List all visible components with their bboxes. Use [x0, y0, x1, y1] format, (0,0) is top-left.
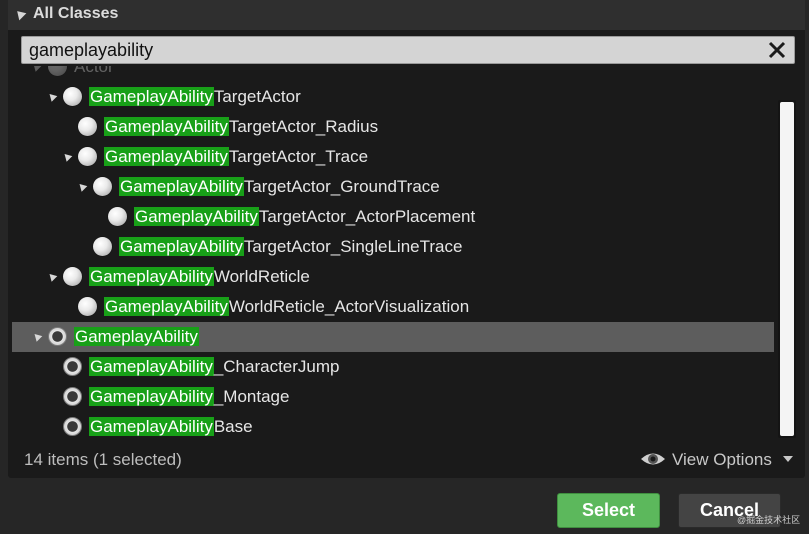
- class-node-icon: [78, 297, 97, 316]
- tree-row[interactable]: GameplayAbilityWorldReticle_ActorVisuali…: [12, 292, 774, 322]
- all-classes-panel: All Classes Actor GameplayAbilityTargetA…: [8, 0, 805, 478]
- tree-row-label: GameplayAbilityTargetActor_GroundTrace: [119, 177, 440, 196]
- tree-row[interactable]: GameplayAbilityTargetActor_Radius: [12, 112, 774, 142]
- class-node-icon: [93, 237, 112, 256]
- blueprint-class-icon: [63, 357, 82, 376]
- view-options-label: View Options: [672, 450, 772, 469]
- vertical-scrollbar[interactable]: [778, 100, 796, 438]
- close-icon[interactable]: [766, 39, 788, 61]
- class-node-icon: [48, 66, 67, 76]
- expand-arrow-icon[interactable]: [30, 66, 42, 72]
- class-tree[interactable]: Actor GameplayAbilityTargetActor Gamepla…: [8, 66, 774, 440]
- panel-header[interactable]: All Classes: [8, 0, 805, 30]
- blueprint-class-icon: [63, 387, 82, 406]
- tree-row[interactable]: GameplayAbilityTargetActor_ActorPlacemen…: [12, 202, 774, 232]
- class-node-icon: [78, 147, 97, 166]
- search-box[interactable]: [21, 36, 795, 64]
- class-node-icon: [93, 177, 112, 196]
- tree-row-label: GameplayAbility_Montage: [89, 387, 290, 406]
- tree-row-label: GameplayAbilityWorldReticle_ActorVisuali…: [104, 297, 470, 316]
- tree-row-label: GameplayAbilityWorldReticle: [89, 267, 310, 286]
- tree-row[interactable]: GameplayAbility_CharacterJump: [12, 352, 774, 382]
- select-button[interactable]: Select: [557, 493, 660, 528]
- expand-arrow-icon[interactable]: [76, 181, 88, 192]
- item-count: 14 items (1 selected): [24, 450, 182, 469]
- expand-arrow-icon[interactable]: [46, 91, 58, 102]
- tree-row-label: Actor: [74, 66, 114, 76]
- tree-row-label: GameplayAbility_CharacterJump: [89, 357, 340, 376]
- chevron-down-icon: [783, 456, 793, 462]
- tree-row[interactable]: GameplayAbilityTargetActor_Trace: [12, 142, 774, 172]
- tree-row-label: GameplayAbilityTargetActor_SingleLineTra…: [119, 237, 463, 256]
- tree-row[interactable]: Actor: [12, 66, 774, 82]
- search-input[interactable]: [29, 39, 729, 61]
- panel-title: All Classes: [33, 5, 119, 22]
- tree-row[interactable]: GameplayAbilityWorldReticle: [12, 262, 774, 292]
- tree-row[interactable]: GameplayAbilityBase: [12, 412, 774, 440]
- tree-row-label: GameplayAbilityTargetActor_Radius: [104, 117, 379, 136]
- class-node-icon: [63, 267, 82, 286]
- expand-arrow-icon[interactable]: [31, 331, 43, 342]
- class-node-icon: [78, 117, 97, 136]
- tree-row-label: GameplayAbilityBase: [89, 417, 253, 436]
- class-node-icon: [108, 207, 127, 226]
- tree-row-label: GameplayAbility: [74, 327, 199, 346]
- expand-arrow-icon[interactable]: [46, 271, 58, 282]
- scrollbar-thumb[interactable]: [780, 102, 794, 436]
- tree-row-label: GameplayAbilityTargetActor: [89, 87, 301, 106]
- class-picker-dialog: All Classes Actor GameplayAbilityTargetA…: [0, 0, 809, 534]
- tree-row[interactable]: GameplayAbilityTargetActor_GroundTrace: [12, 172, 774, 202]
- tree-row-label: GameplayAbilityTargetActor_ActorPlacemen…: [134, 207, 476, 226]
- tree-row-label: GameplayAbilityTargetActor_Trace: [104, 147, 369, 166]
- tree-row[interactable]: GameplayAbilityTargetActor: [12, 82, 774, 112]
- tree-row[interactable]: GameplayAbility_Montage: [12, 382, 774, 412]
- blueprint-class-icon: [48, 327, 67, 346]
- tree-row-selected[interactable]: GameplayAbility: [12, 322, 774, 352]
- class-node-icon: [63, 87, 82, 106]
- blueprint-class-icon: [63, 417, 82, 436]
- collapse-arrow-icon[interactable]: [13, 7, 27, 21]
- expand-arrow-icon[interactable]: [61, 151, 73, 162]
- watermark: @掘金技术社区: [737, 515, 801, 525]
- eye-icon: [641, 453, 665, 465]
- tree-row[interactable]: GameplayAbilityTargetActor_SingleLineTra…: [12, 232, 774, 262]
